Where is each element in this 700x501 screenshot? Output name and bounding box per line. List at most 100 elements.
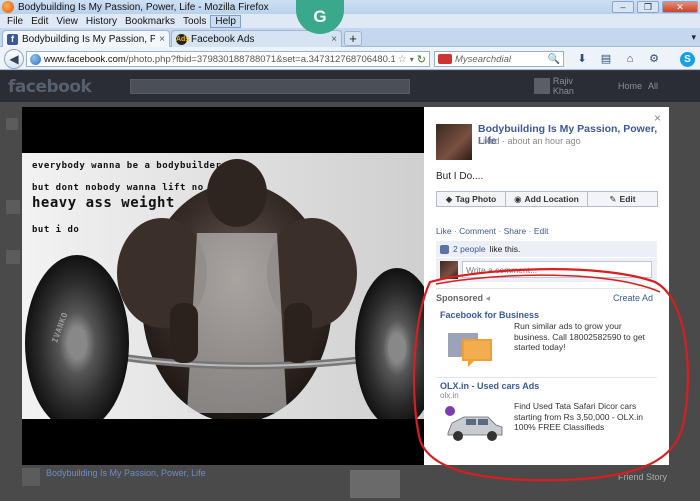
photo-text-line-3: heavy ass weight bbox=[32, 195, 175, 211]
photo[interactable]: everybody wanna be a bodybuilder but don… bbox=[22, 153, 424, 419]
profile-name: Rajiv Khan bbox=[552, 76, 574, 96]
facebook-search-input[interactable] bbox=[130, 79, 410, 94]
edit-label: Edit bbox=[619, 194, 636, 204]
likes-suffix: like this. bbox=[489, 244, 521, 254]
tab-bar: f Bodybuilding Is My Passion, Power, L..… bbox=[0, 28, 700, 47]
page-avatar[interactable] bbox=[436, 124, 472, 160]
window-controls: – ❐ ✕ bbox=[612, 1, 698, 13]
comment-row: Write a comment... bbox=[436, 258, 657, 282]
navigation-bar: ◀ www.facebook.com/photo.php?fbid=379830… bbox=[0, 47, 700, 70]
url-domain: www.facebook.com bbox=[44, 53, 126, 65]
url-text[interactable]: www.facebook.com/photo.php?fbid=37983018… bbox=[44, 54, 395, 65]
background-avatar bbox=[22, 468, 40, 486]
facebook-header: facebook Rajiv Khan Home All bbox=[0, 71, 700, 102]
avatar bbox=[534, 78, 550, 94]
pin-icon: ◉ bbox=[514, 193, 522, 204]
window-title: Bodybuilding Is My Passion, Power, Life … bbox=[18, 1, 269, 13]
post-meta: Liked · about an hour ago bbox=[478, 136, 581, 146]
tag-photo-label: Tag Photo bbox=[455, 194, 497, 204]
thumbs-up-icon bbox=[440, 244, 449, 254]
menu-file[interactable]: File bbox=[3, 16, 27, 27]
comment-link[interactable]: Comment bbox=[459, 226, 496, 236]
edit-button[interactable]: ✎ Edit bbox=[588, 191, 658, 207]
url-history-dropdown-icon[interactable]: ▾ bbox=[410, 55, 414, 64]
photo-caption: But I Do.... bbox=[436, 171, 484, 182]
divider bbox=[436, 377, 657, 378]
title-bar: Bodybuilding Is My Passion, Power, Life … bbox=[0, 0, 700, 34]
bookmarks-menu-icon[interactable]: ▤ bbox=[598, 52, 614, 66]
sponsored-label: Sponsored ◂ bbox=[436, 293, 490, 304]
back-button[interactable]: ◀ bbox=[4, 49, 24, 69]
tab-label: Bodybuilding Is My Passion, Power, L... bbox=[22, 33, 156, 45]
photo-side-panel: × Bodybuilding Is My Passion, Power, Lif… bbox=[424, 107, 669, 465]
avatar bbox=[440, 261, 458, 279]
background-right-label: Friend Story bbox=[618, 472, 668, 482]
download-icon[interactable]: ⬇ bbox=[574, 52, 590, 66]
new-tab-button[interactable]: + bbox=[344, 31, 362, 46]
photo-text-line-1: everybody wanna be a bodybuilder bbox=[32, 161, 222, 171]
ad-2-text[interactable]: Find Used Tata Safari Dicor cars startin… bbox=[514, 401, 654, 433]
ad-1-text[interactable]: Run similar ads to grow your business. C… bbox=[514, 321, 654, 353]
tab-label: Facebook Ads bbox=[191, 33, 255, 45]
home-link[interactable]: Home bbox=[618, 81, 642, 91]
photo-viewer: everybody wanna be a bodybuilder but don… bbox=[22, 107, 424, 465]
menu-view[interactable]: View bbox=[52, 16, 82, 27]
background-thumbnail bbox=[350, 470, 400, 498]
close-tab-icon[interactable]: × bbox=[159, 34, 165, 45]
profile-link[interactable]: Rajiv Khan bbox=[534, 76, 596, 96]
close-tab-icon[interactable]: × bbox=[331, 34, 337, 45]
search-bar[interactable]: Mysearchdial 🔍 bbox=[434, 51, 564, 67]
skype-icon[interactable]: S bbox=[680, 52, 695, 67]
comment-input[interactable]: Write a comment... bbox=[462, 261, 652, 278]
firefox-logo-icon bbox=[2, 1, 14, 13]
bookmark-star-icon[interactable]: ☆ bbox=[398, 54, 407, 65]
maximize-button[interactable]: ❐ bbox=[637, 1, 659, 13]
facebook-logo[interactable]: facebook bbox=[8, 77, 92, 97]
menu-tools[interactable]: Tools bbox=[179, 16, 210, 27]
pencil-icon: ✎ bbox=[609, 193, 617, 204]
like-link[interactable]: Like bbox=[436, 226, 452, 236]
edit-link[interactable]: Edit bbox=[534, 226, 549, 236]
search-input[interactable]: Mysearchdial bbox=[455, 54, 545, 65]
car-image[interactable] bbox=[442, 403, 506, 447]
megaphone-icon: ◂ bbox=[485, 293, 491, 303]
tag-icon: ◆ bbox=[445, 193, 453, 204]
home-icon[interactable]: ⌂ bbox=[622, 52, 638, 66]
likes-count-link[interactable]: 2 people bbox=[453, 244, 486, 254]
post-links: Like · Comment · Share · Edit bbox=[436, 226, 549, 236]
find-friends-link[interactable]: All bbox=[648, 81, 658, 91]
tab-bodybuilding[interactable]: f Bodybuilding Is My Passion, Power, L..… bbox=[2, 30, 170, 47]
url-bar[interactable]: www.facebook.com/photo.php?fbid=37983018… bbox=[26, 51, 430, 67]
speech-bubble-icon[interactable] bbox=[446, 329, 496, 369]
menu-help[interactable]: Help bbox=[210, 14, 241, 28]
search-engine-icon[interactable] bbox=[438, 54, 452, 64]
close-window-button[interactable]: ✕ bbox=[662, 1, 698, 13]
search-icon[interactable]: 🔍 bbox=[548, 54, 560, 65]
ads-favicon-icon: Ads bbox=[176, 33, 190, 45]
globe-icon bbox=[30, 53, 41, 65]
photo-text-line-4: but i do bbox=[32, 225, 80, 235]
ad-2-title[interactable]: OLX.in - Used cars Ads bbox=[440, 381, 539, 391]
background-post-title: Bodybuilding Is My Passion, Power, Life bbox=[46, 468, 206, 478]
sponsored-text: Sponsored bbox=[436, 293, 484, 303]
photo-actions: ◆ Tag Photo ◉ Add Location ✎ Edit bbox=[436, 191, 658, 207]
photo-text-line-2: but dont nobody wanna lift no bbox=[32, 183, 204, 193]
share-link[interactable]: Share bbox=[504, 226, 527, 236]
url-path: /photo.php?fbid=379830188788071&set=a.34… bbox=[125, 53, 395, 65]
ad-2-domain: olx.in bbox=[440, 391, 459, 400]
menu-bar: File Edit View History Bookmarks Tools H… bbox=[0, 14, 700, 28]
ad-1-title[interactable]: Facebook for Business bbox=[440, 310, 539, 320]
menu-edit[interactable]: Edit bbox=[27, 16, 52, 27]
minimize-button[interactable]: – bbox=[612, 1, 634, 13]
tag-photo-button[interactable]: ◆ Tag Photo bbox=[436, 191, 506, 207]
facebook-favicon-icon: f bbox=[7, 33, 18, 45]
add-location-button[interactable]: ◉ Add Location bbox=[506, 191, 588, 207]
likes-row: 2 people like this. bbox=[436, 241, 657, 257]
tab-list-icon[interactable]: ▾ bbox=[691, 32, 696, 43]
menu-history[interactable]: History bbox=[82, 16, 121, 27]
menu-bookmarks[interactable]: Bookmarks bbox=[121, 16, 179, 27]
reload-icon[interactable]: ↻ bbox=[417, 53, 426, 66]
addon-icon[interactable]: ⚙ bbox=[646, 52, 662, 66]
divider bbox=[436, 288, 657, 289]
create-ad-link[interactable]: Create Ad bbox=[613, 293, 653, 303]
